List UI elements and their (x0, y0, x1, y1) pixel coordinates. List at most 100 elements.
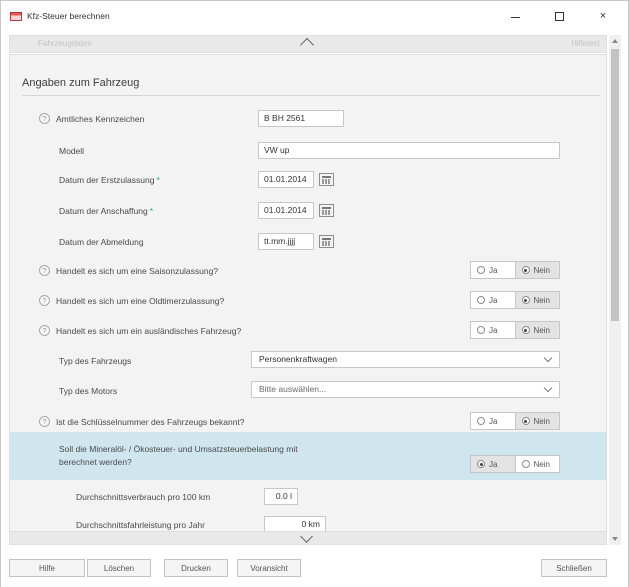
schluesselnummer-radio-group: Ja Nein (470, 412, 560, 430)
erstzulassung-label: Datum der Erstzulassung * (59, 175, 160, 185)
typ-fahrzeug-label: Typ des Fahrzeugs (59, 356, 132, 366)
no-label: Nein (533, 265, 550, 275)
title-bar: Kfz-Steuer berechnen × (1, 1, 628, 31)
radio-selected-icon (521, 296, 530, 304)
oldtimer-question: Handelt es sich um eine Oldtimerzulassun… (56, 296, 225, 306)
typ-fahrzeug-select[interactable]: Personenkraftwagen (251, 351, 560, 368)
schliessen-button[interactable]: Schließen (541, 559, 607, 577)
section-title: Angaben zum Fahrzeug (22, 77, 140, 89)
calendar-icon[interactable] (319, 173, 334, 186)
chevron-up-icon (299, 37, 315, 53)
radio-icon (477, 417, 485, 425)
no-label: Nein (533, 325, 550, 335)
faded-help-label: Hilfetext (571, 39, 600, 48)
help-icon[interactable]: ? (39, 113, 50, 124)
yes-label: Ja (489, 459, 498, 469)
auslaendisch-yes-option[interactable]: Ja (471, 322, 515, 338)
radio-selected-icon (521, 266, 530, 274)
close-icon: × (599, 10, 607, 22)
kfz-steuer-window: Kfz-Steuer berechnen × Fahrzeugdaten Hil… (0, 0, 629, 587)
anschaffung-input[interactable]: 01.01.2014 (258, 202, 314, 219)
auslaendisch-radio-group: Ja Nein (470, 321, 560, 339)
fahrleistung-label: Durchschnittsfahrleistung pro Jahr (76, 520, 205, 530)
hilfe-button[interactable]: Hilfe (9, 559, 85, 577)
required-marker: * (156, 175, 160, 185)
mineraloel-no-option[interactable]: Nein (516, 456, 560, 472)
chevron-down-icon (543, 353, 553, 363)
section-divider (22, 95, 600, 96)
chevron-down-icon (300, 530, 313, 543)
loeschen-button[interactable]: Löschen (87, 559, 151, 577)
schluesselnummer-no-option[interactable]: Nein (514, 413, 559, 429)
yes-label: Ja (489, 265, 498, 275)
typ-motor-label: Typ des Motors (59, 386, 118, 396)
schluesselnummer-question: Ist die Schlüsselnummer des Fahrzeugs be… (56, 417, 245, 427)
erstzulassung-input[interactable]: 01.01.2014 (258, 171, 314, 188)
radio-selected-icon (521, 326, 530, 334)
minimize-button[interactable] (493, 5, 537, 27)
chevron-down-icon (543, 383, 553, 393)
scroll-up-arrow-icon[interactable] (612, 39, 618, 43)
scrollbar-thumb[interactable] (611, 49, 619, 321)
help-icon[interactable]: ? (39, 325, 50, 336)
collapse-up-bar[interactable]: Fahrzeugdaten Hilfetext (9, 35, 607, 53)
yes-label: Ja (489, 295, 498, 305)
oldtimer-yes-option[interactable]: Ja (471, 292, 515, 308)
help-icon[interactable]: ? (39, 416, 50, 427)
modell-label: Modell (59, 146, 85, 156)
no-label: Nein (533, 295, 550, 305)
maximize-button[interactable] (537, 5, 581, 27)
footer-toolbar: Hilfe Löschen Drucken Voransicht Schließ… (1, 554, 628, 587)
drucken-button[interactable]: Drucken (164, 559, 228, 577)
radio-icon (477, 296, 485, 304)
maximize-icon (554, 11, 564, 21)
anschaffung-label-text: Datum der Anschaffung (59, 206, 148, 216)
abmeldung-label: Datum der Abmeldung (59, 237, 144, 247)
typ-motor-selected-value: Bitte auswählen... (259, 384, 327, 394)
scroll-down-arrow-icon[interactable] (612, 537, 618, 541)
modell-input[interactable]: VW up (258, 142, 560, 159)
verbrauch-input[interactable]: 0.0 l (264, 488, 298, 505)
no-label: Nein (533, 459, 550, 469)
oldtimer-radio-group: Ja Nein (470, 291, 560, 309)
calendar-icon[interactable] (319, 235, 334, 248)
abmeldung-input[interactable]: tt.mm.jjjj (258, 233, 314, 250)
auslaendisch-question: Handelt es sich um ein ausländisches Fah… (56, 326, 242, 336)
app-icon (10, 12, 22, 21)
collapse-down-bar[interactable] (9, 530, 607, 545)
radio-icon (477, 266, 485, 274)
no-label: Nein (533, 416, 550, 426)
window-title: Kfz-Steuer berechnen (27, 11, 110, 21)
oldtimer-no-option[interactable]: Nein (514, 292, 559, 308)
radio-icon (521, 460, 530, 468)
radio-icon (477, 326, 485, 334)
voransicht-button[interactable]: Voransicht (237, 559, 301, 577)
help-icon[interactable]: ? (39, 265, 50, 276)
anschaffung-label: Datum der Anschaffung * (59, 206, 153, 216)
mineraloel-question-line2: berechnet werden? (59, 457, 132, 467)
vehicle-form-panel: Angaben zum Fahrzeug ? Amtliches Kennzei… (9, 54, 607, 532)
saisonzulassung-radio-group: Ja Nein (470, 261, 560, 279)
fahrleistung-input[interactable]: 0 km (264, 516, 326, 531)
verbrauch-label: Durchschnittsverbrauch pro 100 km (76, 492, 211, 502)
mineraloel-radio-group: Ja Nein (470, 455, 560, 473)
typ-fahrzeug-selected-value: Personenkraftwagen (259, 354, 337, 364)
radio-selected-icon (521, 417, 530, 425)
auslaendisch-no-option[interactable]: Nein (514, 322, 559, 338)
schluesselnummer-yes-option[interactable]: Ja (471, 413, 515, 429)
required-marker: * (149, 206, 153, 216)
kennzeichen-label: Amtliches Kennzeichen (56, 114, 145, 124)
saisonzulassung-no-option[interactable]: Nein (514, 262, 559, 278)
radio-selected-icon (477, 460, 485, 468)
calendar-icon[interactable] (319, 204, 334, 217)
saisonzulassung-yes-option[interactable]: Ja (471, 262, 515, 278)
vertical-scrollbar[interactable] (609, 35, 621, 545)
kennzeichen-input[interactable]: B BH 2561 (258, 110, 344, 127)
saisonzulassung-question: Handelt es sich um eine Saisonzulassung? (56, 266, 219, 276)
typ-motor-select[interactable]: Bitte auswählen... (251, 381, 560, 398)
mineraloel-yes-option[interactable]: Ja (471, 456, 516, 472)
faded-section-label: Fahrzeugdaten (38, 39, 92, 48)
help-icon[interactable]: ? (39, 295, 50, 306)
mineraloel-question-line1: Soll die Mineralöl- / Ökosteuer- und Ums… (59, 444, 298, 454)
close-button[interactable]: × (581, 5, 625, 27)
